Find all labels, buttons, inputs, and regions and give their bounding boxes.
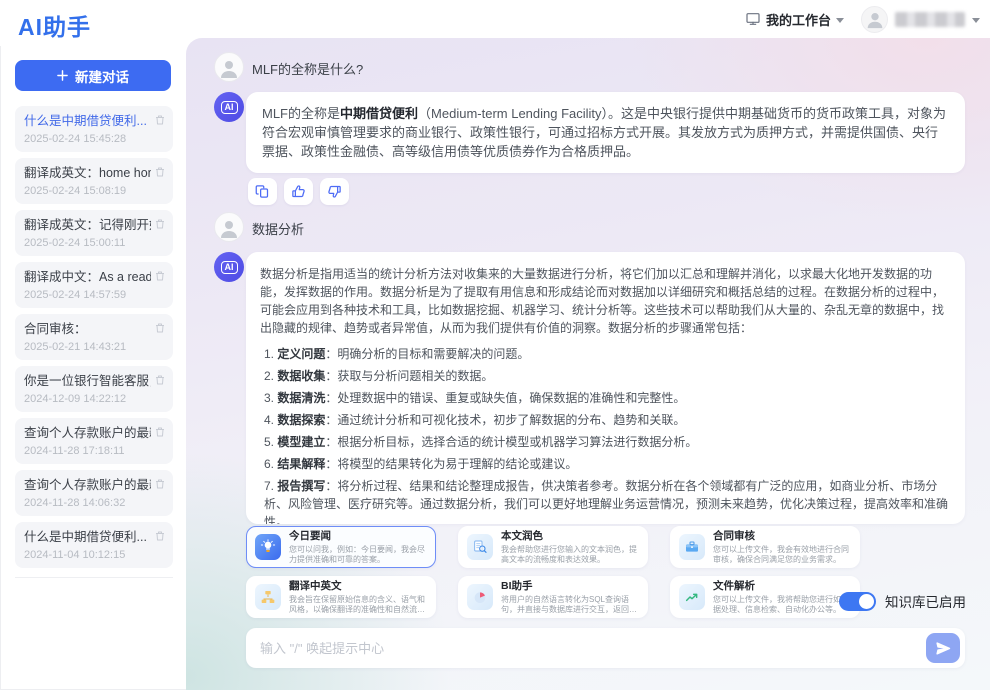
chat-panel: MLF的全称是什么? AI MLF的全称是中期借贷便利（Medium-term … — [186, 38, 990, 690]
trash-icon[interactable] — [154, 218, 166, 230]
message-actions — [248, 178, 349, 205]
username-blurred[interactable] — [895, 12, 965, 27]
workspace-label: 我的工作台 — [766, 10, 831, 29]
ai-avatar: AI — [214, 252, 244, 282]
list-item: 5. 模型建立：根据分析目标，选择合适的统计模型或机器学习算法进行数据分析。 — [260, 433, 951, 451]
skill-card-contract[interactable]: 合同审核 您可以上传文件，我会有效地进行合同审核，确保合同满足您的业务需求。 — [670, 526, 860, 568]
sidebar-divider — [15, 577, 173, 578]
conversation-item[interactable]: 什么是中期借贷便利... 2024-11-04 10:12:15 — [15, 522, 173, 568]
skill-card-fileparse[interactable]: 文件解析 您可以上传文件，我将帮助您进行如数据处理、信息检索、自动化办公等。 — [670, 576, 860, 618]
message-input[interactable] — [260, 641, 926, 656]
composer — [246, 628, 965, 668]
flowchart-icon — [255, 584, 281, 610]
list-item: 1. 定义问题：明确分析的目标和需要解决的问题。 — [260, 345, 951, 363]
user-message: 数据分析 — [252, 219, 304, 238]
new-chat-label: 新建对话 — [75, 66, 129, 86]
list-item: 7. 报告撰写：将分析过程、结果和结论整理成报告，供决策者参考。数据分析在各个领… — [260, 477, 951, 524]
briefcase-icon — [679, 534, 705, 560]
trash-icon[interactable] — [154, 166, 166, 178]
conversation-item[interactable]: 查询个人存款账户的最新... 2024-11-28 17:18:11 — [15, 418, 173, 464]
list-item: 3. 数据清洗：处理数据中的错误、重复或缺失值，确保数据的准确性和完整性。 — [260, 389, 951, 407]
ai-avatar: AI — [214, 92, 244, 122]
thumbs-up-icon — [291, 184, 306, 199]
knowledge-base-toggle[interactable]: 知识库已启用 — [839, 591, 966, 611]
conversation-item[interactable]: 翻译成英文：home home 2025-02-24 15:08:19 — [15, 158, 173, 204]
doc-polish-icon — [467, 534, 493, 560]
toggle-on-icon[interactable] — [839, 592, 876, 611]
paper-plane-icon — [935, 640, 952, 657]
trash-icon[interactable] — [154, 478, 166, 490]
knowledge-base-label: 知识库已启用 — [885, 591, 966, 611]
bulb-icon — [255, 534, 281, 560]
skill-cards: 今日要闻 您可以问我，例如：今日要闻，我会尽力提供准确和可靠的答案。 本文润色 … — [246, 526, 860, 618]
skill-card-translate[interactable]: 翻译中英文 我会旨在保留原始信息的含义、语气和风格，以确保翻译的准确性和自然流畅… — [246, 576, 436, 618]
user-message: MLF的全称是什么? — [252, 59, 363, 78]
list-item: 6. 结果解释：将模型的结果转化为易于理解的结论或建议。 — [260, 455, 951, 473]
skill-card-news[interactable]: 今日要闻 您可以问我，例如：今日要闻，我会尽力提供准确和可靠的答案。 — [246, 526, 436, 568]
send-button[interactable] — [926, 633, 960, 663]
thumbs-down-icon — [327, 184, 342, 199]
conversation-item[interactable]: 翻译成中文：As a reader... 2025-02-24 14:57:59 — [15, 262, 173, 308]
trash-icon[interactable] — [154, 114, 166, 126]
ai-message-intro: 数据分析是指用适当的统计分析方法对收集来的大量数据进行分析，将它们加以汇总和理解… — [260, 265, 951, 337]
chevron-down-icon[interactable] — [972, 18, 980, 23]
like-button[interactable] — [284, 178, 313, 205]
trash-icon[interactable] — [154, 322, 166, 334]
skill-card-bi[interactable]: BI助手 将用户的自然语言转化为SQL查询语句，并直接与数据库进行交互，返回智能… — [458, 576, 648, 618]
list-item: 4. 数据探索：通过统计分析和可视化技术，初步了解数据的分布、趋势和关联。 — [260, 411, 951, 429]
conversation-list: 什么是中期借贷便利... 2025-02-24 15:45:28 翻译成英文：h… — [15, 106, 173, 578]
trash-icon[interactable] — [154, 426, 166, 438]
ai-badge-icon: AI — [221, 101, 238, 114]
skill-card-polish[interactable]: 本文润色 我会帮助您进行您输入的文本润色，提高文本的流畅度和表达效果。 — [458, 526, 648, 568]
monitor-icon — [745, 11, 761, 27]
copy-icon — [255, 184, 270, 199]
user-avatar — [214, 212, 244, 242]
copy-button[interactable] — [248, 178, 277, 205]
ai-badge-icon: AI — [221, 261, 238, 274]
user-avatar — [214, 52, 244, 82]
conversation-item[interactable]: 什么是中期借贷便利... 2025-02-24 15:45:28 — [15, 106, 173, 152]
app-logo: AI助手 — [18, 8, 91, 42]
avatar[interactable] — [861, 6, 888, 33]
plus-icon — [57, 70, 68, 81]
trash-icon[interactable] — [154, 374, 166, 386]
trend-up-icon — [679, 584, 705, 610]
dislike-button[interactable] — [320, 178, 349, 205]
chevron-down-icon — [836, 18, 844, 23]
conversation-item[interactable]: 翻译成英文：记得刚开始... 2025-02-24 15:00:11 — [15, 210, 173, 256]
conversation-item[interactable]: 你是一位银行智能客服，... 2024-12-09 14:22:12 — [15, 366, 173, 412]
workspace-menu[interactable]: 我的工作台 — [745, 10, 844, 29]
new-chat-button[interactable]: 新建对话 — [15, 60, 171, 91]
conversation-item[interactable]: 合同审核： 2025-02-21 14:43:21 — [15, 314, 173, 360]
app-window: AI助手 我的工作台 新建对话 什么是中期借贷便利... 2025-02-24 … — [0, 0, 990, 690]
ai-message: 数据分析是指用适当的统计分析方法对收集来的大量数据进行分析，将它们加以汇总和理解… — [246, 252, 965, 524]
conversation-item[interactable]: 查询个人存款账户的最新... 2024-11-28 14:06:32 — [15, 470, 173, 516]
trash-icon[interactable] — [154, 530, 166, 542]
analysis-steps: 1. 定义问题：明确分析的目标和需要解决的问题。 2. 数据收集：获取与分析问题… — [260, 345, 951, 524]
pie-chart-icon — [467, 584, 493, 610]
list-item: 2. 数据收集：获取与分析问题相关的数据。 — [260, 367, 951, 385]
trash-icon[interactable] — [154, 270, 166, 282]
header-right: 我的工作台 — [745, 0, 980, 38]
sidebar: 新建对话 什么是中期借贷便利... 2025-02-24 15:45:28 翻译… — [0, 46, 186, 690]
ai-message: MLF的全称是中期借贷便利（Medium-term Lending Facili… — [246, 92, 965, 173]
